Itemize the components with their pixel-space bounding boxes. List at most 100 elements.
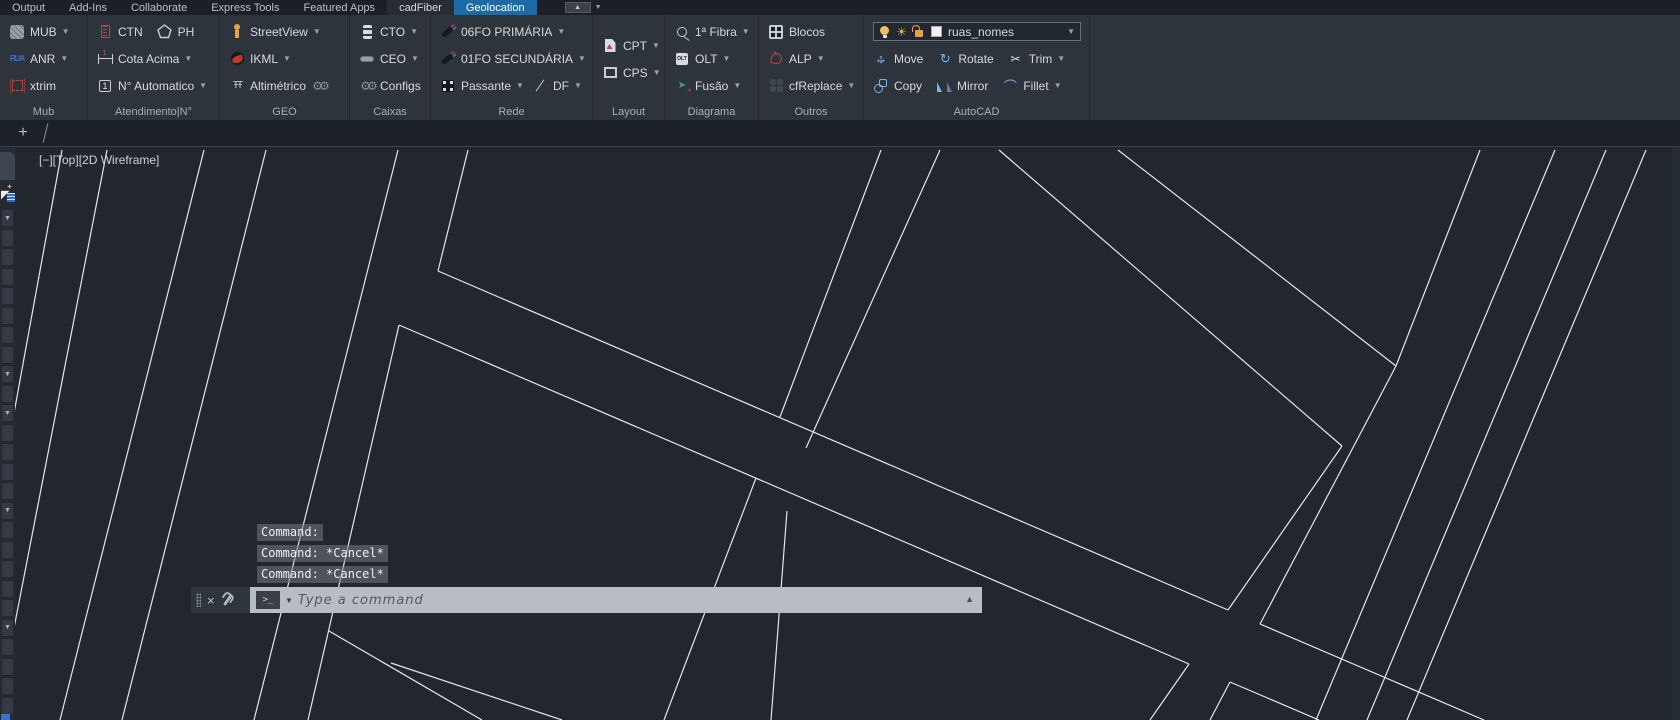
street-line[interactable] [122,150,266,720]
configs-button[interactable]: ⚙⚙ Configs [359,78,421,94]
dock-button[interactable] [1,521,14,539]
expand-history-arrow[interactable]: ▲ [965,595,974,604]
streetview-button[interactable]: StreetView▼ [229,24,321,40]
dock-button[interactable] [1,677,14,695]
tab-output[interactable]: Output [0,0,57,15]
new-drawing-tab-button[interactable]: + [14,124,32,142]
tab-collaborate[interactable]: Collaborate [119,0,199,15]
dock-button[interactable] [1,697,14,715]
street-line[interactable] [1260,624,1484,720]
street-line[interactable] [1367,150,1606,720]
layer-dropdown-caret[interactable]: ▼ [1067,28,1075,36]
dock-tab[interactable] [0,152,15,180]
ribbon-minimize-button[interactable]: ▲ [565,2,591,13]
dock-flyout-button[interactable]: ▼ [1,619,14,637]
cps-button[interactable]: CPS▼ [602,65,661,81]
dock-button[interactable] [1,541,14,559]
ctn-button[interactable]: CTN [97,24,143,40]
dock-button[interactable] [1,424,14,442]
layer-freeze-sun-icon[interactable]: ☀ [895,24,908,40]
olt-button[interactable]: OLT OLT▼ [674,51,730,67]
dock-button[interactable] [1,560,14,578]
recent-commands-caret[interactable]: ▼ [285,596,293,605]
layer-color-swatch[interactable] [930,24,943,40]
layer-on-bulb-icon[interactable] [879,24,890,40]
tab-cadfiber[interactable]: cadFiber [387,0,454,15]
tab-express-tools[interactable]: Express Tools [199,0,291,15]
street-line[interactable] [1118,150,1396,366]
mirror-button[interactable]: Mirror [936,78,988,94]
cpt-button[interactable]: CPT▼ [602,38,660,54]
street-line[interactable] [438,271,1228,610]
street-line[interactable] [0,150,107,700]
trim-button[interactable]: ✂ Trim▼ [1008,51,1065,67]
dock-button[interactable] [1,599,14,617]
street-line[interactable] [806,150,940,448]
dock-flyout-button[interactable]: ▼ [1,502,14,520]
ribbon-minimize-caret[interactable]: ▼ [595,4,602,11]
alp-button[interactable]: ALP▼ [768,51,825,67]
street-line[interactable] [771,511,787,720]
street-line[interactable] [999,150,1342,446]
passante-button[interactable]: Passante▼ [440,78,524,94]
dock-button[interactable] [1,580,14,598]
cota-acima-button[interactable]: Cota Acima▼ [97,51,192,67]
street-line[interactable] [438,150,468,271]
altimetrico-button[interactable]: ŦŦ Altimétrico ⚙⚙ [229,78,327,94]
ikml-button[interactable]: IKML▼ [229,51,291,67]
tab-geolocation[interactable]: Geolocation [454,0,537,15]
drag-grip-icon[interactable] [196,593,201,607]
cfreplace-button[interactable]: cfReplace▼ [768,78,855,94]
street-line[interactable] [1260,366,1396,624]
dock-button[interactable] [1,658,14,676]
street-line[interactable] [1228,446,1342,610]
xtrim-button[interactable]: xtrim [9,78,56,94]
dock-flyout-button[interactable]: ▼ [1,209,14,227]
street-line[interactable] [329,631,482,720]
dock-flyout-button[interactable]: ▼ [1,365,14,383]
street-line[interactable] [391,663,562,720]
ph-button[interactable]: PH [157,24,195,40]
street-line[interactable] [1150,664,1189,720]
dock-button[interactable] [1,268,14,286]
command-input-field[interactable]: >_ ▼ Type a command ▲ [250,587,982,613]
drawing-canvas[interactable]: [−][Top][2D Wireframe] ◤ ▼▼▼▼▼ [0,147,1680,720]
dock-button[interactable] [1,385,14,403]
dock-button[interactable] [1,248,14,266]
dock-button[interactable] [1,326,14,344]
primeira-fibra-button[interactable]: 1ª Fibra▼ [674,24,750,40]
dock-button[interactable] [1,482,14,500]
wrench-customize-icon[interactable] [221,594,234,607]
street-line[interactable] [780,150,881,417]
street-line[interactable] [1230,682,1319,720]
street-line[interactable] [1407,150,1646,720]
dock-button[interactable] [1,287,14,305]
dock-button[interactable] [1,346,14,364]
dock-button[interactable] [1,229,14,247]
dock-button[interactable] [1,443,14,461]
quick-select-cursor-icon[interactable]: ◤ [1,184,14,206]
rotate-button[interactable]: ↻ Rotate [937,51,993,67]
move-button[interactable]: Move [873,51,923,67]
dock-button[interactable] [1,638,14,656]
dock-flyout-button[interactable]: ▼ [1,404,14,422]
df-button[interactable]: DF▼ [532,78,582,94]
street-line[interactable] [399,325,1189,664]
fo06-primaria-button[interactable]: 06FO PRIMÁRIA▼ [440,24,565,40]
street-line[interactable] [1396,150,1480,366]
fusao-button[interactable]: ➤ Fusão▼ [674,78,741,94]
anr-button[interactable]: RUA ANR▼ [9,51,68,67]
street-line[interactable] [1316,150,1555,720]
street-line[interactable] [60,150,204,720]
copy-button[interactable]: Copy [873,78,922,94]
dock-button[interactable] [1,307,14,325]
close-icon[interactable]: × [207,594,215,607]
layer-dropdown[interactable]: ☀ ruas_nomes ▼ [873,22,1081,41]
tab-featured-apps[interactable]: Featured Apps [292,0,388,15]
mub-button[interactable]: MUB▼ [9,24,70,40]
blocos-button[interactable]: Blocos [768,24,825,40]
ceo-button[interactable]: CEO▼ [359,51,419,67]
street-line[interactable] [254,150,398,720]
dock-button[interactable] [1,463,14,481]
street-line[interactable] [308,325,399,720]
